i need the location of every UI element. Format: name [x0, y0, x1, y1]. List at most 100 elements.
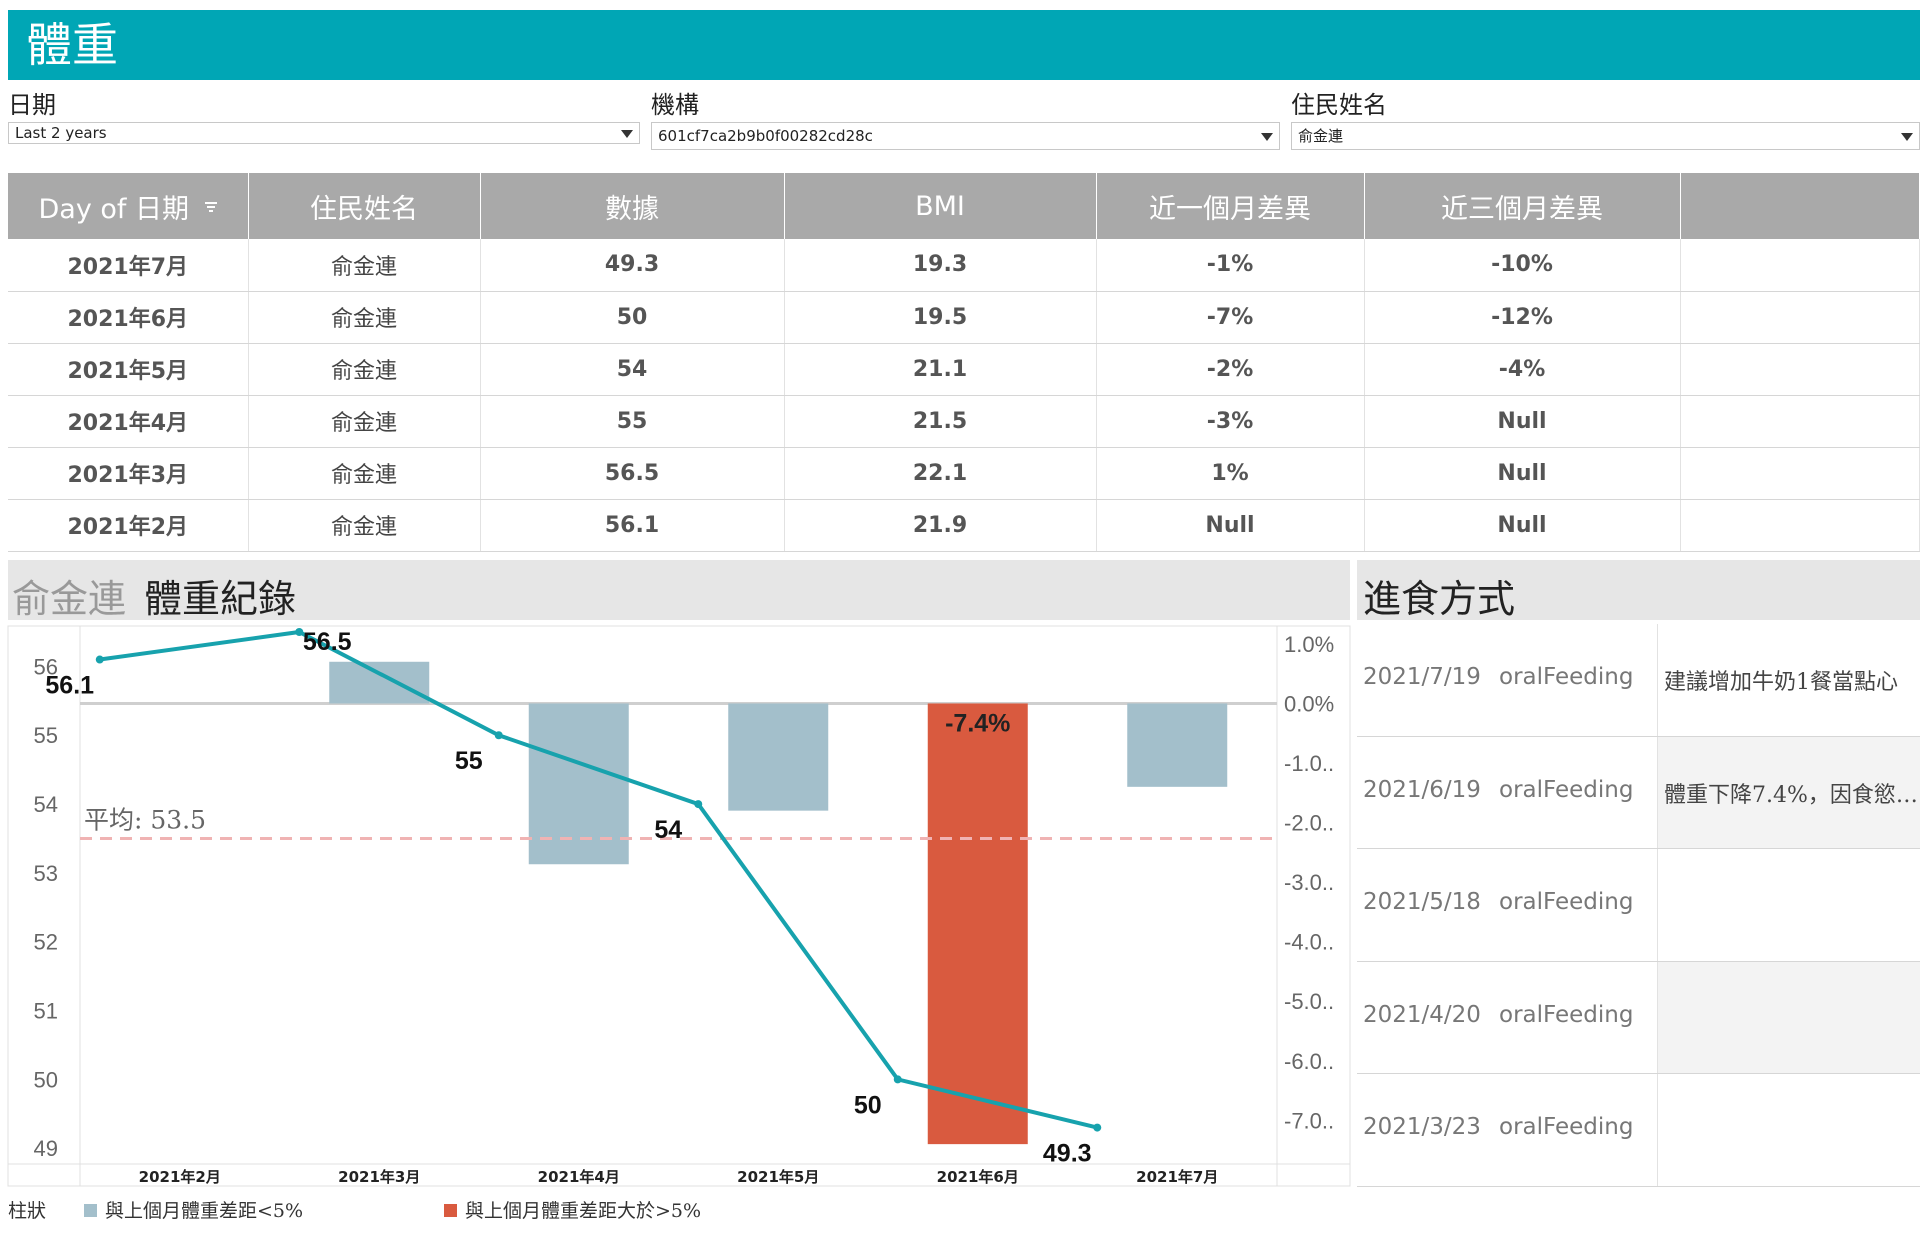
feeding-method: oralFeeding [1499, 1001, 1634, 1028]
right-tick-label: -6.0.. [1284, 1049, 1334, 1074]
cell-empty [1680, 499, 1920, 552]
chevron-down-icon [621, 130, 633, 138]
table-row[interactable]: 2021年6月 俞金連 50 19.5 -7% -12% [8, 291, 1920, 344]
line-data-label: 49.3 [1043, 1140, 1092, 1168]
cell-name: 俞金連 [248, 239, 481, 292]
cell-name: 俞金連 [248, 499, 481, 552]
feeding-note: 建議增加牛奶1餐當點心 [1657, 624, 1920, 736]
list-item[interactable]: 2021/5/18 oralFeeding [1357, 849, 1920, 962]
bar-data-label: -7.4% [945, 709, 1010, 737]
date-dropdown-value: Last 2 years [15, 124, 107, 142]
resident-dropdown-value: 俞金連 [1298, 127, 1344, 145]
filter-resident-label: 住民姓名 [1291, 91, 1387, 119]
cell-date: 2021年5月 [8, 343, 249, 396]
cell-3m-diff: -4% [1364, 343, 1681, 396]
table-row[interactable]: 2021年7月 俞金連 49.3 19.3 -1% -10% [8, 239, 1920, 292]
column-header-empty [1680, 173, 1920, 239]
legend-swatch-normal [84, 1204, 97, 1217]
list-item[interactable]: 2021/4/20 oralFeeding [1357, 961, 1920, 1074]
feeding-date: 2021/5/18 [1363, 889, 1481, 915]
table-row[interactable]: 2021年3月 俞金連 56.5 22.1 1% Null [8, 447, 1920, 500]
chart-title: 體重紀錄 [144, 577, 297, 621]
chart-title-bar: 俞金連 體重紀錄 [8, 560, 1350, 621]
chart-bar [1127, 703, 1228, 787]
feeding-method: oralFeeding [1499, 1114, 1634, 1140]
legend-label-normal: 與上個月體重差距<5% [105, 1200, 304, 1222]
weight-table: Day of 日期 住民姓名 數據 BMI 近一個月差異 近三個月差異 2021… [8, 173, 1920, 552]
line-data-label: 55 [455, 747, 483, 775]
right-tick-label: -1.0.. [1284, 751, 1334, 776]
line-point [893, 1075, 902, 1084]
right-tick-label: -3.0.. [1284, 870, 1334, 895]
right-tick-label: 1.0% [1284, 632, 1334, 657]
table-row[interactable]: 2021年5月 俞金連 54 21.1 -2% -4% [8, 343, 1920, 396]
list-item[interactable]: 2021/7/19 oralFeeding 建議增加牛奶1餐當點心 [1357, 624, 1920, 737]
cell-1m-diff: -3% [1096, 395, 1365, 448]
column-header-value[interactable]: 數據 [480, 173, 785, 239]
legend-item-alert[interactable]: 與上個月體重差距大於>5% [444, 1196, 701, 1223]
cell-date: 2021年4月 [8, 395, 249, 448]
chart-bar [329, 661, 430, 704]
feeding-method: oralFeeding [1499, 889, 1634, 915]
legend-title: 柱狀 [8, 1200, 47, 1222]
column-header-3m-diff[interactable]: 近三個月差異 [1364, 173, 1681, 239]
cell-bmi: 19.5 [784, 291, 1097, 344]
x-tick-label: 2021年5月 [737, 1168, 819, 1186]
chart-bar [927, 703, 1028, 1145]
left-tick-label: 54 [34, 792, 58, 817]
feeding-date: 2021/4/20 [1363, 1001, 1481, 1028]
line-data-label: 54 [654, 816, 682, 844]
cell-name: 俞金連 [248, 395, 481, 448]
x-tick-label: 2021年3月 [338, 1168, 420, 1186]
filter-facility-label: 機構 [651, 91, 699, 119]
cell-1m-diff: 1% [1096, 447, 1365, 500]
table-row[interactable]: 2021年2月 俞金連 56.1 21.9 Null Null [8, 499, 1920, 552]
cell-name: 俞金連 [248, 291, 481, 344]
cell-3m-diff: -10% [1364, 239, 1681, 292]
resident-dropdown[interactable]: 俞金連 [1291, 122, 1920, 150]
sort-icon[interactable] [205, 201, 217, 212]
x-tick-label: 2021年7月 [1136, 1168, 1218, 1186]
cell-name: 俞金連 [248, 447, 481, 500]
column-header-date[interactable]: Day of 日期 [8, 173, 249, 239]
left-tick-label: 51 [34, 999, 58, 1024]
cell-bmi: 21.5 [784, 395, 1097, 448]
x-tick-label: 2021年6月 [937, 1168, 1019, 1186]
cell-date: 2021年6月 [8, 291, 249, 344]
cell-3m-diff: -12% [1364, 291, 1681, 344]
cell-value: 49.3 [480, 239, 785, 292]
chevron-down-icon [1261, 133, 1273, 141]
feeding-date: 2021/7/19 [1363, 664, 1481, 690]
column-header-1m-diff[interactable]: 近一個月差異 [1096, 173, 1365, 239]
legend-item-normal[interactable]: 與上個月體重差距<5% [84, 1196, 303, 1223]
right-tick-label: -4.0.. [1284, 930, 1334, 955]
table-header-row: Day of 日期 住民姓名 數據 BMI 近一個月差異 近三個月差異 [8, 173, 1920, 239]
cell-1m-diff: -2% [1096, 343, 1365, 396]
line-point [1093, 1123, 1102, 1132]
cell-empty [1680, 447, 1920, 500]
x-tick-label: 2021年2月 [139, 1168, 221, 1186]
cell-1m-diff: -7% [1096, 291, 1365, 344]
cell-bmi: 19.3 [784, 239, 1097, 292]
cell-3m-diff: Null [1364, 499, 1681, 552]
line-point [694, 800, 703, 809]
list-item[interactable]: 2021/6/19 oralFeeding 體重下降7.4%，因食慾不佳 [1357, 736, 1920, 849]
table-row[interactable]: 2021年4月 俞金連 55 21.5 -3% Null [8, 395, 1920, 448]
feeding-method: oralFeeding [1499, 664, 1634, 690]
column-header-name[interactable]: 住民姓名 [248, 173, 481, 239]
date-dropdown[interactable]: Last 2 years [8, 122, 640, 144]
feeding-note [1657, 1074, 1920, 1186]
list-item[interactable]: 2021/3/23 oralFeeding [1357, 1074, 1920, 1187]
average-label: 平均: 53.5 [84, 805, 206, 834]
legend-swatch-alert [444, 1204, 457, 1217]
line-data-label: 50 [854, 1091, 882, 1119]
cell-3m-diff: Null [1364, 447, 1681, 500]
line-data-label: 56.1 [45, 672, 94, 700]
facility-dropdown[interactable]: 601cf7ca2b9b0f00282cd28c [651, 122, 1280, 150]
column-header-bmi[interactable]: BMI [784, 173, 1097, 239]
feeding-title-bar: 進食方式 [1357, 560, 1920, 621]
cell-3m-diff: Null [1364, 395, 1681, 448]
chevron-down-icon [1901, 133, 1913, 141]
line-point [95, 655, 104, 664]
cell-value: 56.1 [480, 499, 785, 552]
